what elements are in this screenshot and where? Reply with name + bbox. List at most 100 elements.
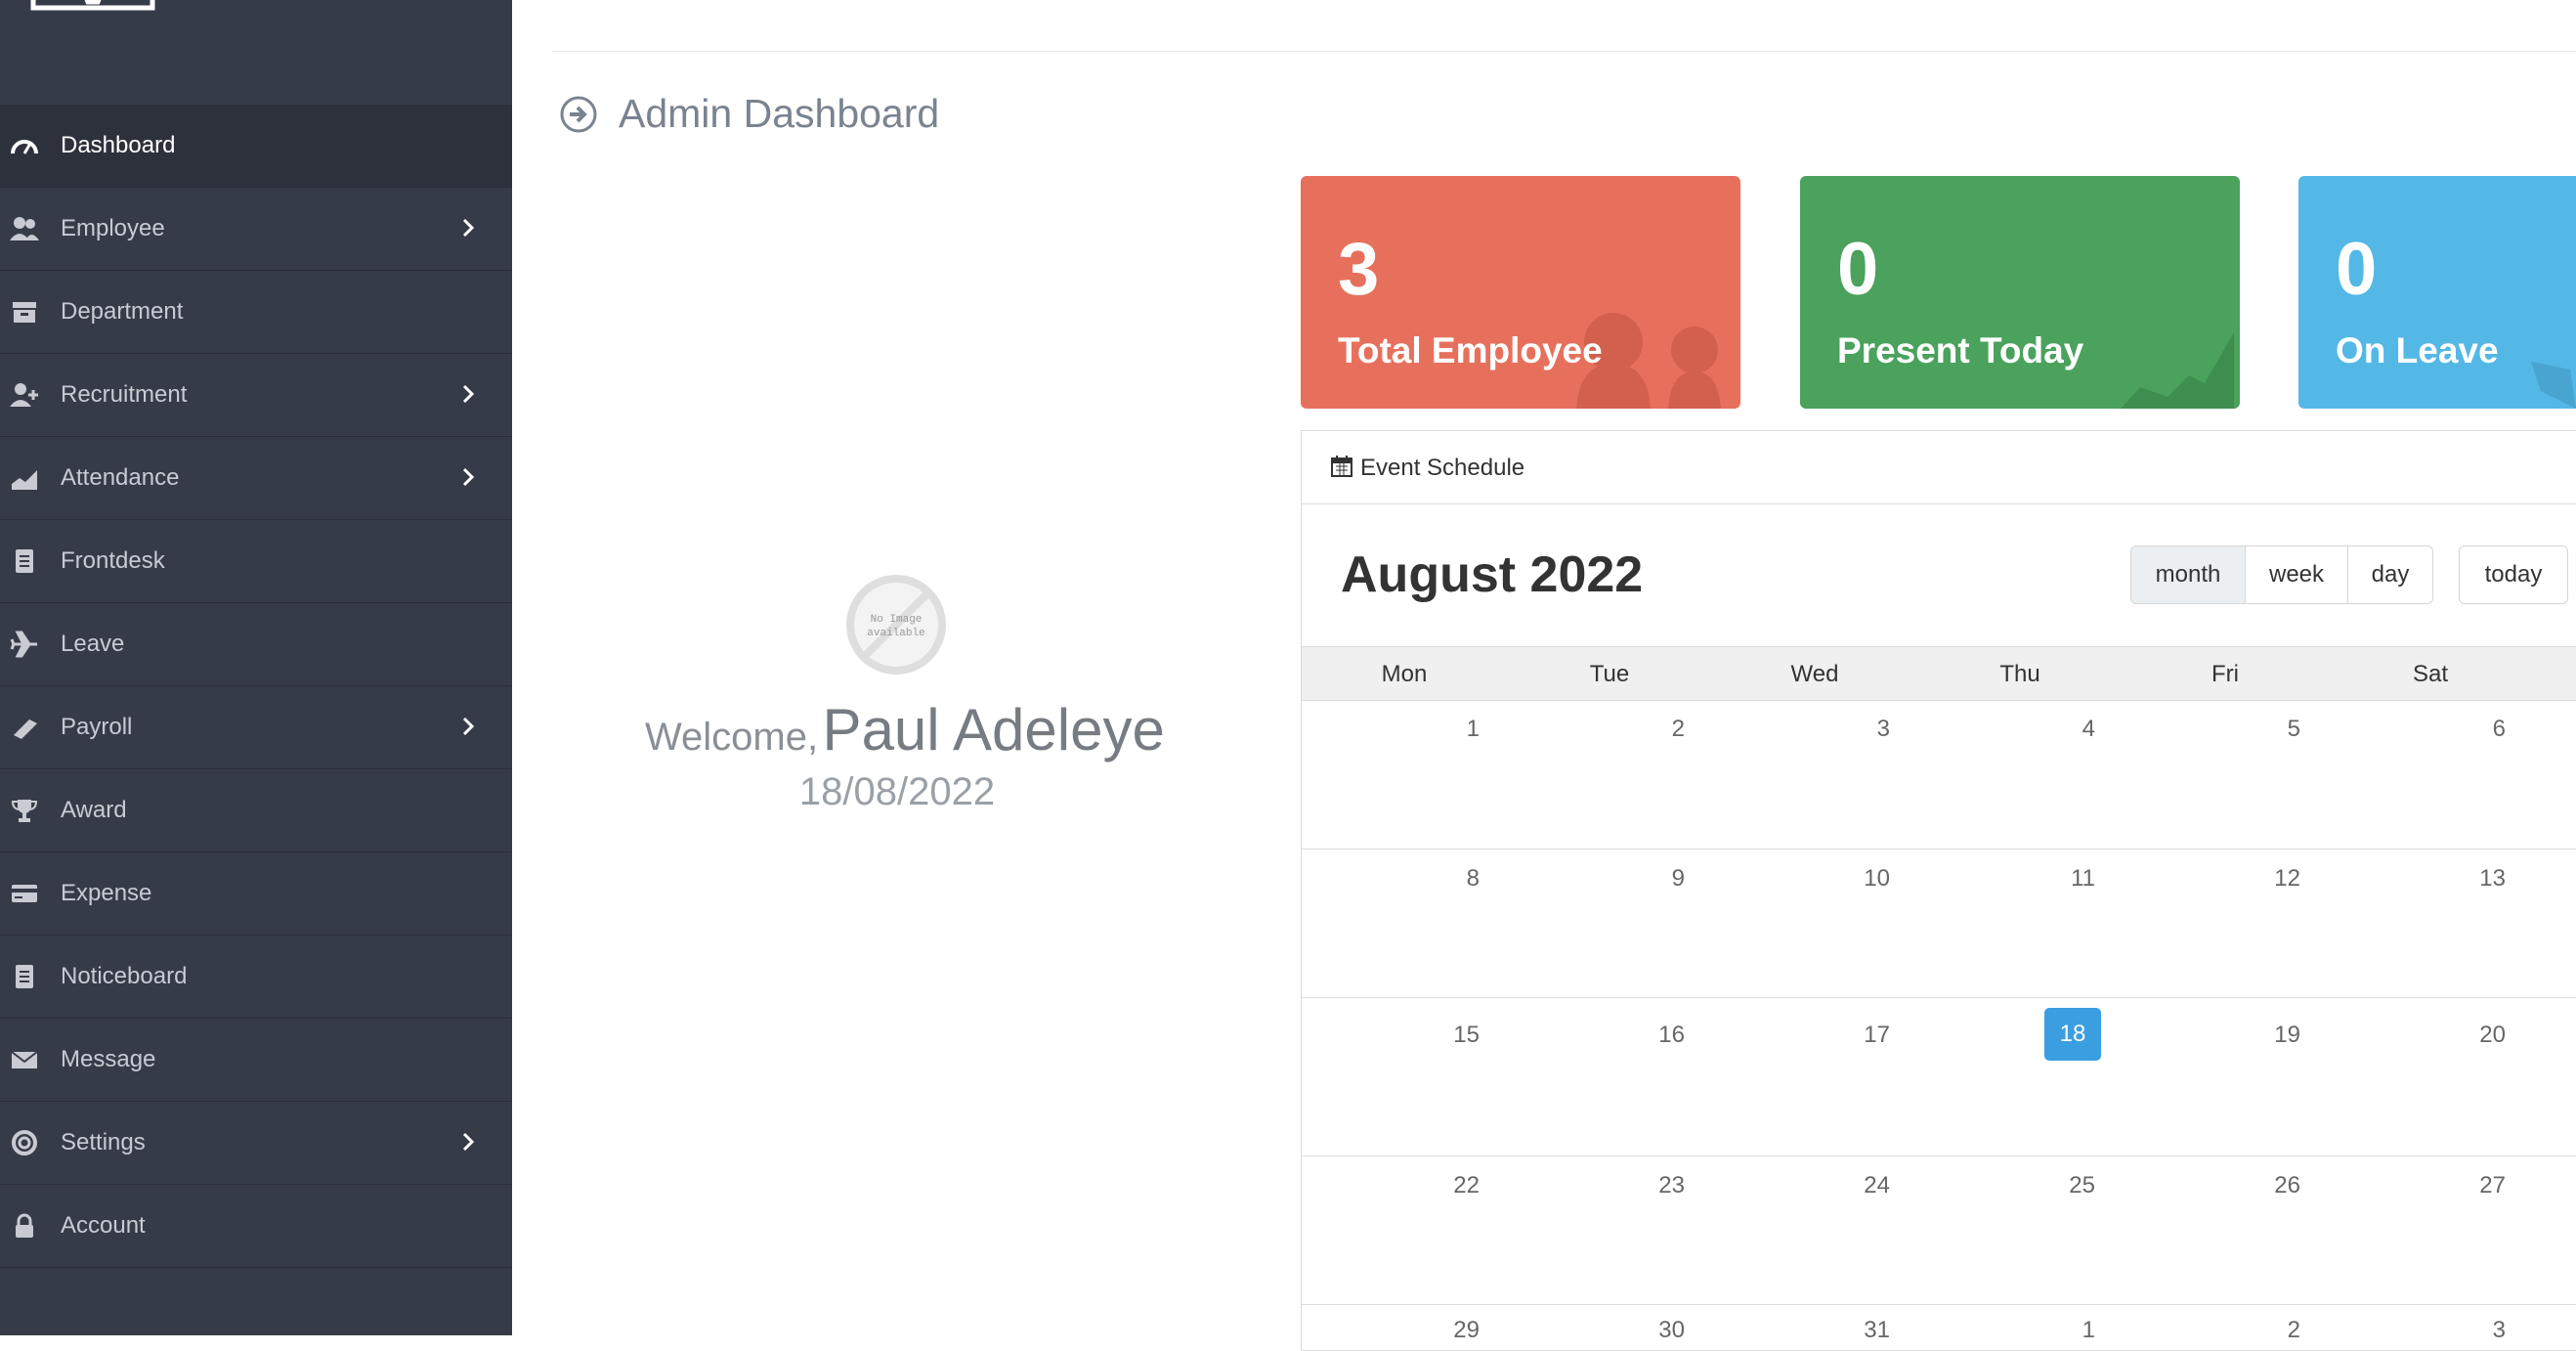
stat-label: On Leave (2336, 330, 2499, 370)
sidebar-item-label: Message (61, 1046, 156, 1072)
sidebar-item-label: Frontdesk (61, 547, 165, 574)
sidebar-item-label: Settings (61, 1129, 146, 1155)
calendar-day[interactable]: 2 (2242, 1317, 2300, 1344)
sidebar-item-employee[interactable]: Employee (0, 188, 512, 271)
calendar-day[interactable]: 20 (2447, 1022, 2506, 1049)
credit-card-icon (12, 885, 37, 902)
users-icon (10, 217, 39, 240)
circle-arrow-right-icon (560, 96, 597, 133)
sidebar-item-label: Attendance (61, 464, 180, 491)
calendar-day[interactable]: 26 (2242, 1172, 2300, 1199)
plane-icon (10, 631, 37, 658)
sidebar-item-dashboard[interactable]: Dashboard (0, 105, 512, 188)
document-icon (16, 549, 33, 573)
calendar-day[interactable]: 25 (2037, 1172, 2095, 1199)
stat-label: Present Today (1837, 330, 2084, 370)
stat-card-on-leave[interactable]: 0 On Leave (2298, 176, 2576, 409)
calendar-day[interactable]: 6 (2447, 716, 2506, 743)
view-day-button[interactable]: day (2348, 545, 2433, 604)
calendar-day[interactable]: 1 (2037, 1317, 2095, 1344)
panel-header: Event Schedule (1302, 431, 2576, 504)
calendar-week-row: 22 23 24 25 26 27 (1302, 1156, 2576, 1305)
weekday-label: Mon (1381, 661, 1428, 687)
today-button[interactable]: today (2459, 545, 2568, 604)
sidebar-item-award[interactable]: Award (0, 769, 512, 852)
sidebar-item-leave[interactable]: Leave (0, 603, 512, 686)
calendar-view-switcher: month week day (2130, 545, 2433, 604)
sidebar-item-payroll[interactable]: Payroll (0, 686, 512, 769)
sidebar-item-message[interactable]: Message (0, 1019, 512, 1102)
calendar-day[interactable]: 23 (1626, 1172, 1685, 1199)
envelope-icon (11, 1051, 38, 1068)
sidebar-item-label: Account (61, 1212, 146, 1239)
sidebar-item-attendance[interactable]: Attendance (0, 437, 512, 520)
sidebar-item-frontdesk[interactable]: Frontdesk (0, 520, 512, 603)
chevron-right-icon (462, 467, 475, 487)
current-date: 18/08/2022 (798, 770, 996, 813)
calendar-day[interactable]: 13 (2447, 865, 2506, 893)
calendar-day[interactable]: 9 (1626, 865, 1685, 893)
calendar-day[interactable]: 16 (1626, 1022, 1685, 1049)
stat-card-present-today[interactable]: 0 Present Today (1800, 176, 2240, 409)
lifebuoy-icon (12, 1130, 37, 1155)
sidebar-item-label: Payroll (61, 714, 133, 740)
archive-box-icon (13, 302, 36, 323)
trophy-icon (11, 800, 38, 822)
logo-icon (30, 0, 155, 11)
calendar-day[interactable]: 17 (1831, 1022, 1890, 1049)
sidebar-item-label: Noticeboard (61, 963, 188, 989)
calendar-day[interactable]: 27 (2447, 1172, 2506, 1199)
sidebar-item-department[interactable]: Department (0, 271, 512, 354)
weekday-label: Tue (1589, 661, 1630, 687)
user-name: Paul Adeleye (822, 697, 1165, 763)
sidebar-item-label: Dashboard (61, 132, 176, 158)
sidebar-nav: Dashboard Employee Department Recruitmen… (0, 105, 512, 1268)
clipboard-icon (16, 965, 33, 988)
avatar-text-line2: available (867, 628, 924, 639)
stat-value: 0 (2336, 228, 2378, 311)
sidebar-item-label: Award (61, 797, 127, 823)
calendar-day[interactable]: 2 (1626, 716, 1685, 743)
avatar: No Image available (846, 575, 946, 675)
sidebar-item-expense[interactable]: Expense (0, 852, 512, 936)
calendar-day[interactable]: 11 (2037, 865, 2095, 893)
stat-card-total-employee[interactable]: 3 Total Employee (1301, 176, 1740, 409)
calendar-day[interactable]: 31 (1831, 1317, 1890, 1344)
calendar-day[interactable]: 10 (1831, 865, 1890, 893)
sidebar-item-label: Recruitment (61, 381, 188, 408)
sidebar-item-settings[interactable]: Settings (0, 1102, 512, 1185)
calendar-icon (1331, 456, 1352, 477)
calendar-day[interactable]: 12 (2242, 865, 2300, 893)
calendar-day[interactable]: 3 (1831, 716, 1890, 743)
calendar-day[interactable]: 15 (1421, 1022, 1480, 1049)
calendar-day[interactable]: 29 (1421, 1317, 1480, 1344)
sidebar: Dashboard Employee Department Recruitmen… (0, 0, 512, 1335)
calendar-day[interactable]: 24 (1831, 1172, 1890, 1199)
sidebar-item-noticeboard[interactable]: Noticeboard (0, 936, 512, 1019)
calendar-day[interactable]: 1 (1421, 716, 1480, 743)
view-month-button[interactable]: month (2130, 545, 2246, 604)
calendar-day[interactable]: 19 (2242, 1022, 2300, 1049)
calendar-week-row: 29 30 31 1 2 3 (1302, 1305, 2576, 1343)
calendar-day[interactable]: 22 (1421, 1172, 1480, 1199)
area-chart-icon (12, 470, 37, 490)
calendar-day[interactable]: 8 (1421, 865, 1480, 893)
welcome-word: Welcome, (645, 716, 819, 759)
view-week-button[interactable]: week (2246, 545, 2348, 604)
calendar-day[interactable]: 4 (2037, 716, 2095, 743)
calendar-day[interactable]: 5 (2242, 716, 2300, 743)
sidebar-item-recruitment[interactable]: Recruitment (0, 354, 512, 437)
header-divider (552, 51, 2576, 52)
stat-value: 3 (1338, 228, 1380, 311)
chevron-right-icon (462, 717, 475, 736)
weekday-label: Fri (2211, 661, 2239, 687)
calendar-day[interactable]: 3 (2447, 1317, 2506, 1344)
calendar-day-today[interactable]: 18 (2044, 1008, 2101, 1061)
page-title: Admin Dashboard (619, 91, 940, 136)
avatar-text-line1: No Image (871, 614, 923, 626)
sidebar-item-account[interactable]: Account (0, 1185, 512, 1268)
sidebar-item-label: Expense (61, 880, 152, 906)
calendar-day[interactable]: 30 (1626, 1317, 1685, 1344)
stat-value: 0 (1837, 228, 1879, 311)
chevron-right-icon (462, 384, 475, 404)
